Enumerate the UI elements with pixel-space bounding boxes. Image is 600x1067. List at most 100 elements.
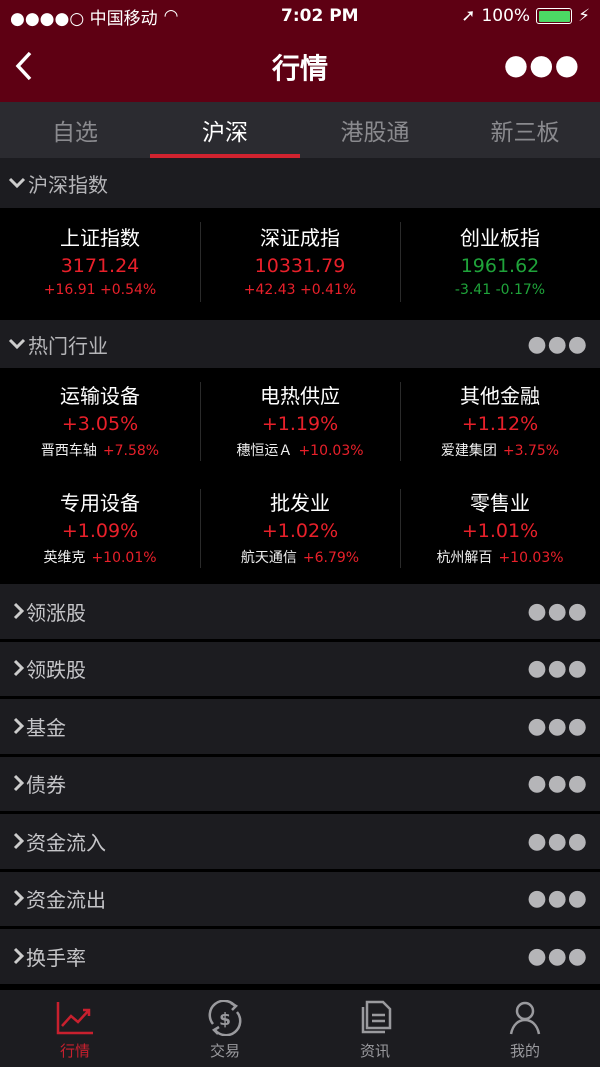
tabbar-news[interactable]: 资讯 <box>300 990 450 1067</box>
row-label: 资金流入 <box>26 830 106 855</box>
leading-stock: 爱建集团 <box>440 443 497 459</box>
tabbar-market[interactable]: 行情 <box>0 990 150 1067</box>
index-name: 深证成指 <box>260 226 340 250</box>
page-title: 行情 <box>271 52 328 85</box>
industry-pct: +3.05% <box>61 413 139 435</box>
chevron-right-icon <box>13 775 25 792</box>
back-button[interactable] <box>14 50 34 90</box>
leading-stock-pct: +6.79% <box>302 550 360 566</box>
industry-card[interactable]: 零售业 +1.01% 杭州解百 +10.03% <box>400 477 600 584</box>
industry-card[interactable]: 其他金融 +1.12% 爱建集团 +3.75% <box>400 370 600 477</box>
more-icon[interactable]: ●●● <box>527 829 588 854</box>
row-capital-inflow[interactable]: 资金流入 ●●● <box>0 814 600 872</box>
index-name: 上证指数 <box>60 226 140 250</box>
charging-icon: ⚡ <box>578 6 590 26</box>
leading-stock: 航天通信 <box>240 550 297 566</box>
row-funds[interactable]: 基金 ●●● <box>0 699 600 757</box>
more-icon[interactable]: ●●● <box>527 714 588 739</box>
row-label: 领涨股 <box>26 600 86 625</box>
industry-card[interactable]: 专用设备 +1.09% 英维克 +10.01% <box>0 477 200 584</box>
index-change: +16.91 +0.54% <box>43 282 157 298</box>
industry-pct: +1.19% <box>261 413 339 435</box>
row-label: 换手率 <box>26 945 86 970</box>
tabbar-label: 我的 <box>509 1042 540 1060</box>
industry-section-header[interactable]: 热门行业 ●●● <box>0 318 600 370</box>
industry-name: 运输设备 <box>60 384 140 408</box>
chevron-right-icon <box>13 660 25 677</box>
industry-card[interactable]: 电热供应 +1.19% 穗恒运Ａ +10.03% <box>200 370 400 477</box>
more-icon[interactable]: ●●● <box>527 944 588 969</box>
chevron-down-icon <box>8 338 26 350</box>
tabbar-label: 资讯 <box>359 1042 390 1060</box>
index-change: -3.41 -0.17% <box>454 282 546 298</box>
industry-pct: +1.02% <box>261 520 339 542</box>
more-icon[interactable]: ●●● <box>527 656 588 681</box>
nav-bar: 行情 ●●● <box>0 32 600 102</box>
clock: 7:02 PM <box>281 6 359 26</box>
leading-stock: 杭州解百 <box>436 550 493 566</box>
more-icon[interactable]: ●●● <box>527 886 588 911</box>
index-value: 10331.79 <box>254 255 346 277</box>
index-section-header[interactable]: 沪深指数 <box>0 158 600 210</box>
industry-name: 零售业 <box>470 491 530 515</box>
chart-trend-icon <box>56 1002 93 1035</box>
index-value: 3171.24 <box>60 255 140 277</box>
more-icon[interactable]: ●●● <box>527 771 588 796</box>
industry-card[interactable]: 批发业 +1.02% 航天通信 +6.79% <box>200 477 400 584</box>
industry-name: 批发业 <box>270 491 330 515</box>
tab-sh-sz[interactable]: 沪深 <box>150 102 300 158</box>
row-turnover[interactable]: 换手率 ●●● <box>0 929 600 987</box>
chevron-right-icon <box>13 717 25 734</box>
row-top-losers[interactable]: 领跌股 ●●● <box>0 641 600 699</box>
leading-stock-pct: +10.01% <box>91 550 157 566</box>
industry-pct: +1.01% <box>461 520 539 542</box>
user-icon <box>509 1001 541 1035</box>
row-label: 基金 <box>26 715 66 740</box>
leading-stock: 穗恒运Ａ <box>236 443 293 459</box>
leading-stock: 英维克 <box>43 550 86 566</box>
industry-name: 专用设备 <box>60 491 140 515</box>
leading-stock-pct: +7.58% <box>102 443 160 459</box>
tab-neeq[interactable]: 新三板 <box>450 102 600 158</box>
chevron-down-icon <box>8 177 26 189</box>
index-change: +42.43 +0.41% <box>243 282 357 298</box>
more-icon[interactable]: ●●● <box>527 332 588 357</box>
index-value: 1961.62 <box>460 255 540 277</box>
tabbar-label: 行情 <box>59 1042 90 1060</box>
index-grid: 上证指数 3171.24 +16.91 +0.54% 深证成指 10331.79 +42… <box>0 210 600 318</box>
industry-card[interactable]: 运输设备 +3.05% 晋西车轴 +7.58% <box>0 370 200 477</box>
dollar-exchange-icon: $ <box>208 1000 242 1036</box>
leading-stock-pct: +10.03% <box>298 443 364 459</box>
chevron-right-icon <box>13 602 25 619</box>
location-icon: ➚ <box>461 6 476 26</box>
tab-favorites[interactable]: 自选 <box>0 102 150 158</box>
chevron-right-icon <box>13 947 25 964</box>
row-capital-outflow[interactable]: 资金流出 ●●● <box>0 871 600 929</box>
svg-text:$: $ <box>219 1010 231 1030</box>
index-card[interactable]: 创业板指 1961.62 -3.41 -0.17% <box>400 210 600 318</box>
index-card[interactable]: 上证指数 3171.24 +16.91 +0.54% <box>0 210 200 318</box>
industry-name: 其他金融 <box>460 384 540 408</box>
index-card[interactable]: 深证成指 10331.79 +42.43 +0.41% <box>200 210 400 318</box>
chevron-right-icon <box>13 890 25 907</box>
tab-hk-connect[interactable]: 港股通 <box>300 102 450 158</box>
tabbar-label: 交易 <box>209 1042 240 1060</box>
more-icon[interactable]: ●●● <box>527 599 588 624</box>
industry-name: 电热供应 <box>260 384 340 408</box>
documents-icon <box>361 1000 392 1034</box>
tabbar-trade[interactable]: $ 交易 <box>150 990 300 1067</box>
leading-stock: 晋西车轴 <box>40 443 97 459</box>
row-bonds[interactable]: 债券 ●●● <box>0 756 600 814</box>
status-bar: ●●●●○ 中国移动 ◠ 7:02 PM ➚ 100% ⚡ <box>0 0 600 32</box>
leading-stock-pct: +10.03% <box>498 550 564 566</box>
market-tabs: 自选 沪深 港股通 新三板 <box>0 102 600 158</box>
more-button[interactable]: ●●● <box>504 48 580 81</box>
industry-pct: +1.12% <box>461 413 539 435</box>
index-name: 创业板指 <box>460 226 540 250</box>
row-top-gainers[interactable]: 领涨股 ●●● <box>0 584 600 642</box>
bottom-tab-bar: 行情 $ 交易 资讯 我的 <box>0 990 600 1067</box>
industry-pct: +1.09% <box>61 520 139 542</box>
carrier: ●●●●○ 中国移动 <box>10 8 158 29</box>
section-title: 热门行业 <box>28 333 108 358</box>
tabbar-profile[interactable]: 我的 <box>450 990 600 1067</box>
